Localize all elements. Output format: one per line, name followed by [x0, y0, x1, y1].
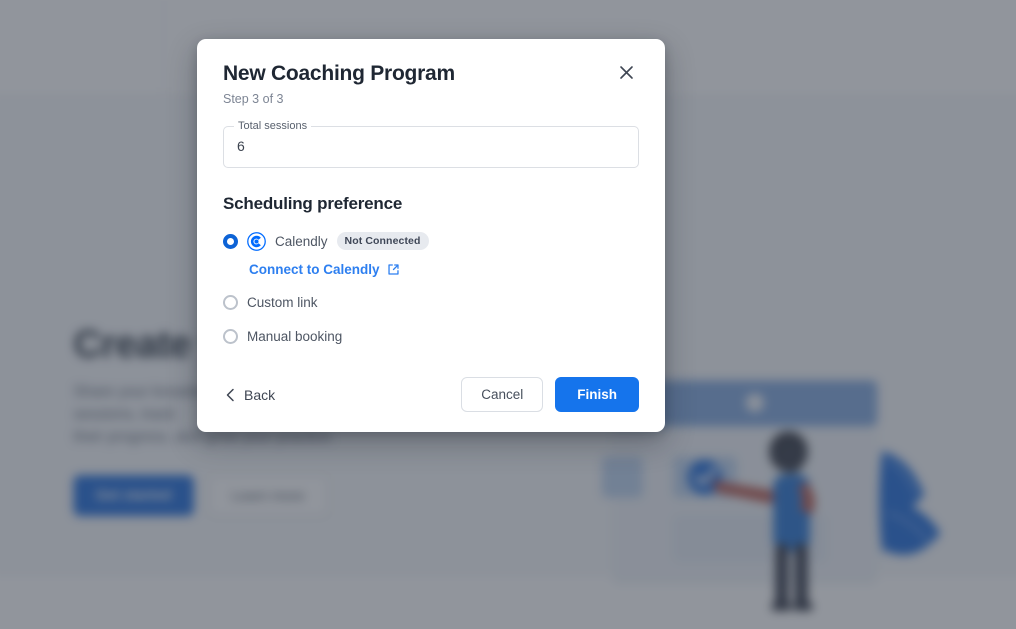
back-button-label: Back [244, 386, 276, 403]
radio-option-custom-link[interactable]: Custom link [223, 287, 639, 317]
close-glyph [619, 65, 633, 79]
radio-label-manual-booking: Manual booking [247, 328, 343, 344]
dialog-title: New Coaching Program [223, 62, 455, 85]
radio-label-custom-link: Custom link [247, 294, 318, 310]
back-button[interactable]: Back [223, 383, 277, 407]
cancel-button[interactable]: Cancel [461, 377, 544, 413]
radio-custom-link-indicator[interactable] [223, 294, 238, 310]
radio-option-calendly[interactable]: Calendly Not Connected [223, 226, 639, 256]
radio-option-manual-booking[interactable]: Manual booking [223, 321, 639, 351]
chevron-left-icon [226, 388, 234, 401]
dialog-header: New Coaching Program [223, 61, 639, 86]
step-indicator: Step 3 of 3 [223, 92, 284, 107]
scheduling-preference-heading: Scheduling preference [223, 194, 403, 214]
footer-actions: Cancel Finish [461, 377, 639, 413]
radio-calendly-indicator[interactable] [223, 233, 238, 249]
close-icon[interactable] [613, 59, 639, 85]
calendly-logo-icon [247, 231, 266, 251]
finish-button[interactable]: Finish [555, 377, 639, 413]
scheduling-preference-radio-group: Calendly Not Connected Connect to Calend… [223, 226, 639, 351]
total-sessions-input[interactable]: 6 [237, 138, 245, 154]
radio-label-calendly: Calendly [275, 233, 328, 249]
external-link-icon[interactable] [387, 263, 400, 276]
status-badge-not-connected: Not Connected [336, 232, 429, 251]
new-coaching-program-dialog: New Coaching Program Step 3 of 3 Total s… [197, 39, 665, 433]
radio-manual-booking-indicator[interactable] [223, 328, 238, 344]
total-sessions-field[interactable]: Total sessions 6 [223, 119, 639, 169]
screen: Create your coaching program Share your … [0, 0, 1016, 629]
dialog-footer: Back Cancel Finish [223, 377, 639, 413]
total-sessions-label: Total sessions [234, 119, 312, 134]
connect-to-calendly-link[interactable]: Connect to Calendly [249, 262, 380, 277]
connect-to-calendly-row: Connect to Calendly [249, 262, 639, 277]
